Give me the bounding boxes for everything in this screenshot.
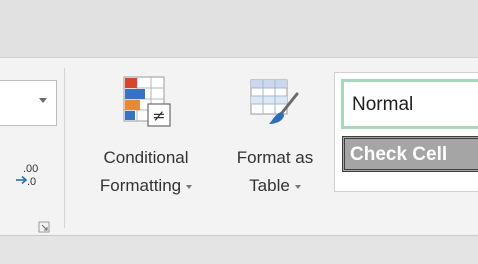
format-as-table-label-line1: Format as — [236, 148, 314, 167]
chevron-down-icon — [39, 98, 47, 103]
number-format-dropdown[interactable] — [0, 80, 57, 126]
style-check-cell-label: Check Cell — [350, 144, 448, 165]
format-as-table-button[interactable]: Format as Table — [218, 66, 332, 222]
cell-styles-gallery: Normal Check Cell — [334, 72, 478, 192]
number-dialog-launcher[interactable] — [38, 220, 50, 233]
conditional-formatting-icon: ≠ — [120, 74, 172, 135]
conditional-formatting-button[interactable]: ≠ Conditional Formatting — [78, 66, 214, 222]
style-normal[interactable]: Normal — [341, 79, 478, 129]
format-as-table-label-line2: Table — [218, 176, 332, 196]
dropdown-caret-icon — [294, 184, 301, 189]
dialog-launcher-icon — [38, 221, 50, 233]
conditional-formatting-label-text: Formatting — [99, 176, 182, 195]
format-as-table-icon — [247, 74, 303, 135]
dropdown-caret-icon — [186, 184, 193, 189]
conditional-formatting-label-line2: Formatting — [78, 176, 214, 196]
formula-bar-strip — [0, 236, 478, 264]
format-as-table-label-text: Table — [249, 176, 290, 195]
decrease-decimal-button[interactable]: .00 .0 — [14, 160, 50, 190]
decrease-decimal-bottom: .0 — [27, 176, 36, 188]
style-normal-label: Normal — [352, 94, 414, 115]
style-check-cell[interactable]: Check Cell — [342, 136, 478, 172]
decrease-decimal-top: .00 — [23, 163, 38, 175]
conditional-formatting-label-line1: Conditional — [103, 148, 189, 167]
svg-text:≠: ≠ — [152, 106, 165, 125]
decrease-decimal-icon: .00 .0 — [16, 163, 38, 188]
title-bar-strip — [0, 0, 478, 57]
group-separator — [64, 68, 65, 228]
